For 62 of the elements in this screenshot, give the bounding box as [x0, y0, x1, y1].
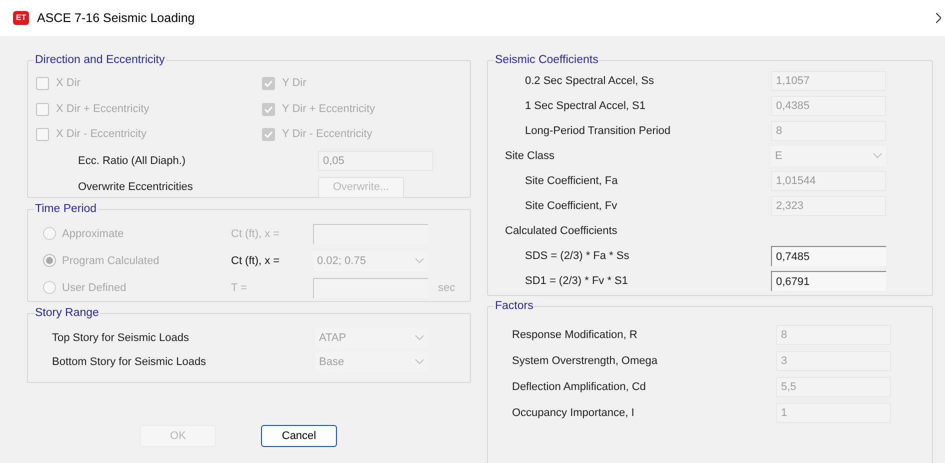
field-label: T =: [231, 280, 248, 296]
field-label: Site Class: [504, 149, 556, 164]
field-label: Top Story for Seismic Loads: [52, 331, 190, 346]
radio-label: Program Calculated: [62, 254, 160, 268]
unit-label: sec: [438, 280, 456, 296]
input-field[interactable]: 3: [776, 351, 891, 372]
radio-label: Approximate: [62, 226, 125, 242]
field-label: SD1 = (2/3) * Fv * S1: [524, 274, 630, 289]
caret-icon: [415, 258, 424, 264]
checkbox-label: X Dir - Eccentricity: [56, 127, 146, 142]
close-icon[interactable]: [936, 13, 941, 23]
group-title: Direction and Eccentricity: [34, 53, 166, 68]
field-label: Overwrite Eccentricities: [78, 180, 194, 195]
field-label: Response Modification, R: [511, 328, 638, 343]
field-label: System Overstrength, Omega: [511, 354, 658, 369]
input-field[interactable]: 0,05: [318, 150, 433, 171]
radio-button[interactable]: [43, 281, 56, 294]
field-label: Occupancy Importance, I: [511, 406, 636, 421]
field-label: SDS = (2/3) * Fa * Ss: [524, 249, 630, 264]
checkbox-label: Y Dir: [282, 76, 306, 92]
input-field[interactable]: 1,1057: [771, 71, 886, 92]
field-label: Site Coefficient, Fv: [524, 199, 618, 214]
input-field[interactable]: 0,6791: [771, 271, 886, 292]
field-label: Site Coefficient, Fa: [524, 174, 619, 189]
input-field[interactable]: 2,323: [771, 196, 886, 216]
field-label: Ecc. Ratio (All Diaph.): [78, 154, 187, 168]
radio-button[interactable]: [43, 254, 56, 268]
field-label: Ct (ft), x =: [231, 226, 281, 242]
section-label: Calculated Coefficients: [504, 224, 618, 239]
window-title: ASCE 7-16 Seismic Loading: [37, 10, 195, 27]
caret-icon: [873, 153, 882, 160]
input-field[interactable]: [313, 278, 428, 298]
check-icon: [264, 80, 273, 87]
check-icon: [264, 131, 273, 138]
input-field[interactable]: 0,4385: [771, 96, 886, 116]
field-label: 1 Sec Spectral Accel, S1: [524, 99, 646, 114]
group-title: Time Period: [34, 202, 98, 217]
input-field[interactable]: 1,01544: [771, 171, 886, 192]
check-icon: [264, 106, 273, 112]
checkbox-label: Y Dir + Eccentricity: [282, 102, 376, 117]
group-title: Story Range: [34, 306, 100, 321]
group-title: Factors: [494, 299, 534, 314]
input-field[interactable]: 1: [776, 403, 891, 424]
input-field[interactable]: 8: [776, 325, 891, 346]
field-label: Bottom Story for Seismic Loads: [52, 355, 208, 370]
app-logo: ET: [13, 11, 29, 25]
caret-icon: [415, 359, 424, 366]
field-label: Long-Period Transition Period: [524, 124, 672, 139]
field-label: Ct (ft), x =: [231, 254, 281, 268]
radio-label: User Defined: [62, 280, 128, 296]
caret-icon: [415, 335, 424, 342]
input-field[interactable]: 8: [771, 121, 886, 142]
radio-button[interactable]: [43, 227, 56, 240]
field-label: Deflection Amplification, Cd: [511, 380, 647, 395]
checkbox-label: Y Dir - Eccentricity: [282, 127, 372, 142]
checkbox-label: X Dir + Eccentricity: [56, 102, 150, 117]
field-label: 0.2 Sec Spectral Accel, Ss: [524, 74, 656, 89]
input-field[interactable]: 0,7485: [771, 246, 886, 266]
dialog-button[interactable]: Cancel: [261, 425, 337, 447]
input-field[interactable]: 5,5: [776, 377, 891, 398]
group-title: Seismic Coefficients: [494, 53, 600, 68]
checkbox-label: X Dir: [56, 76, 80, 92]
